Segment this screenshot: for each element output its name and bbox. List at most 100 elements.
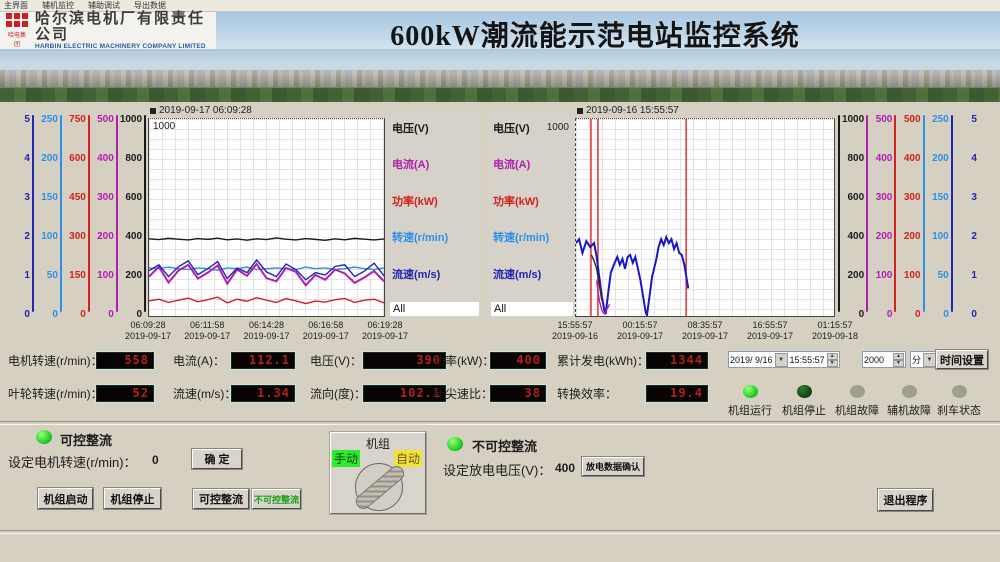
right-chart-plot[interactable] [575,118,835,317]
unit-start-button[interactable]: 机组启动 [38,488,93,509]
panorama-trees [0,88,1000,102]
header-band: 600kW潮流能示范电站监控系统 哈电集团 哈尔滨电机厂有限责任公司 HARBI… [0,12,1000,49]
controlled-rectifier-button[interactable]: 可控整流 [193,489,249,509]
auto-mode-label[interactable]: 自动 [394,450,422,467]
axis-流速(m/s): 543210 [951,114,979,320]
controlled-rectifier-led [36,430,52,444]
readout-label: 功率(kW)： [433,352,490,369]
readout-cell: 流速(m/s)：1.34 [173,385,295,402]
readout-cell: 功率(kW)：400 [433,352,546,369]
legend-item[interactable]: 电流(A) [392,156,477,172]
axis-电流(A): 5004003002001000 [90,114,118,320]
date-time-picker[interactable]: 2019/ 9/16 ▼ 15:55:57 ▲▼ [728,351,840,368]
readout-label: 电机转速(r/min)： [8,352,96,369]
unit-stop-button[interactable]: 机组停止 [104,488,161,509]
readout-cell: 电流(A)：112.1 [173,352,295,369]
set-speed-value[interactable]: 0 [152,453,159,467]
interval-row: 2000 ▲▼ 分 ▼ [862,351,940,368]
readout-cell: 流向(度)：102.1 [310,385,446,402]
legend-item[interactable]: All [390,302,479,316]
axis-电流(A): 5004003002001000 [866,114,894,320]
cursor-marker-icon [577,108,583,114]
readout-label: 叶尖速比： [433,385,490,402]
legend-item[interactable]: 电压(V) [392,120,477,136]
readout-cell: 累计发电(kWh)：1344 [557,352,708,369]
status-led-icon [902,385,917,398]
confirm-button[interactable]: 确 定 [192,449,242,469]
menu-item-main[interactable]: 主界面 [4,0,28,11]
discharge-confirm-button[interactable]: 放电数据确认 [582,457,644,476]
status-indicator-4: 辅机故障 [881,385,937,419]
led-display: 19.4 [646,385,708,402]
status-label: 刹车状态 [937,405,981,417]
axis-功率(kW): 7506004503001500 [62,114,90,320]
status-label: 辅机故障 [887,405,931,417]
left-chart-xticks: 06:09:282019-09-1706:11:582019-09-1706:1… [148,320,385,344]
interval-input[interactable]: 2000 ▲▼ [862,351,906,368]
readout-label: 流速(m/s)： [173,385,231,402]
status-label: 机组运行 [728,405,772,417]
legend-item[interactable]: 流速(m/s) [493,266,571,282]
set-speed-label: 设定电机转速(r/min)： [8,452,137,471]
axis-转速(r/min): 250200150100500 [923,114,951,320]
axis-功率(kW): 5004003002001000 [894,114,922,320]
readout-cell: 电压(V)：390 [310,352,446,369]
time-value: 15:55:57 [790,355,825,365]
divider [0,421,1000,425]
set-voltage-value[interactable]: 400 [555,461,575,475]
rotary-switch-knob[interactable] [355,463,403,511]
readout-label: 流向(度)： [310,385,363,402]
led-display: 1.34 [231,385,295,402]
readout-cell: 叶轮转速(r/min)：52 [8,385,154,402]
legend-item[interactable]: 功率(kW) [392,193,477,209]
x-tick: 06:14:282019-09-17 [243,320,289,342]
uncontrolled-rectifier-led [447,437,463,451]
readout-label: 叶轮转速(r/min)： [8,385,96,402]
chevron-down-icon[interactable]: ▼ [775,353,788,367]
chevron-down-icon[interactable]: ▼ [923,353,936,367]
led-display: 1344 [646,352,708,369]
right-chart-legend: 1000电压(V)电流(A)功率(kW)转速(r/min)流速(m/s)All [487,112,575,320]
legend-item[interactable]: 流速(m/s) [392,266,477,282]
legend-item[interactable]: All [491,302,573,316]
x-tick: 06:09:282019-09-17 [125,320,171,342]
time-spinner[interactable]: ▲▼ [827,353,838,367]
plot-scale-label: 1000 [547,122,569,133]
panorama-photo [0,49,1000,102]
time-setting-button[interactable]: 时间设置 [936,350,988,369]
divider [0,530,1000,534]
x-tick: 16:55:572019-09-17 [747,320,793,342]
axis-流速(m/s): 543210 [6,114,34,320]
status-indicator-5: 刹车状态 [931,385,987,419]
axis-电压(V): 10008006004002000 [838,114,866,320]
axis-转速(r/min): 250200150100500 [34,114,62,320]
company-name-cn: 哈尔滨电机厂有限责任公司 [35,11,216,43]
scada-screen: { "menu": {"items": ["主界面", "辅机监控", "辅助调… [0,0,1000,562]
readout-label: 累计发电(kWh)： [557,352,646,369]
controlled-rectifier-label: 可控整流 [60,430,112,449]
status-label: 机组故障 [835,405,879,417]
manual-mode-label[interactable]: 手动 [332,450,360,467]
panorama-buildings [0,70,1000,87]
legend-item[interactable]: 转速(r/min) [392,229,477,245]
led-display: 558 [96,352,154,369]
left-chart-plot[interactable]: 1000 [148,118,385,317]
uncontrolled-rectifier-button[interactable]: 不可控整流 [252,489,301,509]
interval-spinner[interactable]: ▲▼ [893,353,904,367]
interval-value: 2000 [864,355,884,365]
status-indicator-2: 机组停止 [776,385,832,419]
unit-mode-switch-panel: 机组 手动 自动 [330,432,426,514]
set-voltage-label: 设定放电电压(V)： [443,460,551,479]
logo-caption: 哈电集团 [6,30,28,48]
exit-program-button[interactable]: 退出程序 [878,489,933,511]
legend-item[interactable]: 转速(r/min) [493,229,571,245]
legend-item[interactable]: 电流(A) [493,156,571,172]
status-label: 机组停止 [782,405,826,417]
right-chart-xticks: 15:55:572019-09-1600:15:572019-09-1708:3… [575,320,835,344]
left-chart-axes: 5432102502001501005007506004503001500500… [6,114,146,320]
plot-scale-label: 1000 [153,121,175,132]
readout-label: 电压(V)： [310,352,363,369]
readout-label: 转换效率： [557,385,646,402]
legend-item[interactable]: 功率(kW) [493,193,571,209]
left-chart-legend: 电压(V) 电流(A) 功率(kW) 转速(r/min) 流速(m/s) All [386,112,481,320]
